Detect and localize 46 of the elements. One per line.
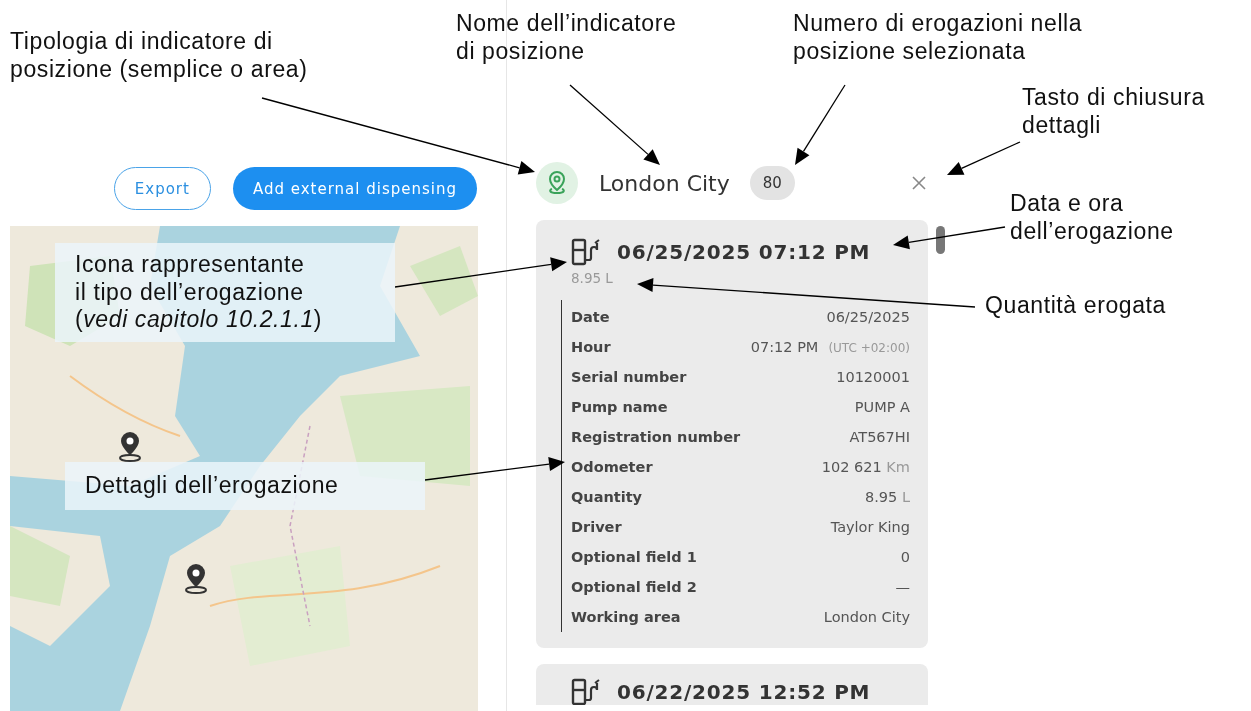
location-pin-icon[interactable] (183, 562, 209, 594)
annotation-text: Icona rappresentante il tipo dell’erogazione (vedi capitolo 10.2.1.1) (55, 243, 395, 342)
location-name: London City (599, 170, 730, 196)
count-badge: 80 (749, 166, 795, 200)
detail-label: Date (571, 309, 610, 325)
dispensing-card[interactable] (536, 220, 928, 648)
annotation-text: Data e ora dell’erogazione (1010, 190, 1175, 246)
detail-value: 06/25/2025 (826, 309, 910, 325)
export-button[interactable]: Export (113, 167, 211, 210)
annotation-text: Quantità erogata (985, 292, 1167, 320)
detail-label: Optional field 1 (571, 549, 697, 565)
annotation-text: Numero di erogazioni nella posizione selezionata (793, 10, 1084, 66)
annotation-text: Dettagli dell’erogazione (65, 462, 425, 510)
fuel-pump-icon (571, 678, 601, 705)
detail-label: Serial number (571, 369, 687, 385)
detail-label: Working area (571, 609, 681, 625)
dispensing-card[interactable]: 06/22/2025 12:52 PM (536, 664, 928, 705)
detail-label: Pump name (571, 399, 668, 415)
detail-label: Driver (571, 519, 622, 535)
detail-value: London City (823, 609, 910, 625)
location-pin-icon (546, 170, 568, 196)
detail-label: Quantity (571, 489, 643, 505)
annotation-text: Tasto di chiusura dettagli (1022, 84, 1206, 140)
dispensing-datetime: 06/25/2025 07:12 PM (617, 240, 871, 264)
add-button[interactable]: Add external dispensing (232, 167, 477, 210)
close-icon[interactable] (912, 176, 926, 190)
detail-value: AT567HI (849, 429, 910, 445)
scrollbar-thumb[interactable] (936, 226, 945, 254)
detail-value: 07:12 PM (UTC +02:00) (750, 339, 910, 355)
detail-label: Odometer (571, 459, 653, 475)
detail-label: Optional field 2 (571, 579, 697, 595)
detail-label: Registration number (571, 429, 741, 445)
detail-value: PUMP A (854, 399, 910, 415)
detail-value: 102 621 Km (821, 459, 910, 475)
detail-value: 0 (900, 549, 910, 565)
detail-value: 10120001 (836, 369, 910, 385)
dispensing-datetime: 06/22/2025 12:52 PM (617, 680, 871, 704)
detail-value: — (895, 579, 910, 595)
fuel-pump-icon (571, 238, 601, 266)
annotation-text: Nome dell’indicatore di posizione (456, 10, 678, 66)
annotation-text: Tipologia di indicatore di posizione (semplice o area) (10, 28, 309, 84)
detail-label: Hour (571, 339, 611, 355)
detail-value: Taylor King (830, 519, 910, 535)
dispensed-quantity: 8.95 L (571, 270, 614, 286)
detail-value: 8.95 L (865, 489, 910, 505)
location-pin-icon[interactable] (117, 430, 143, 462)
